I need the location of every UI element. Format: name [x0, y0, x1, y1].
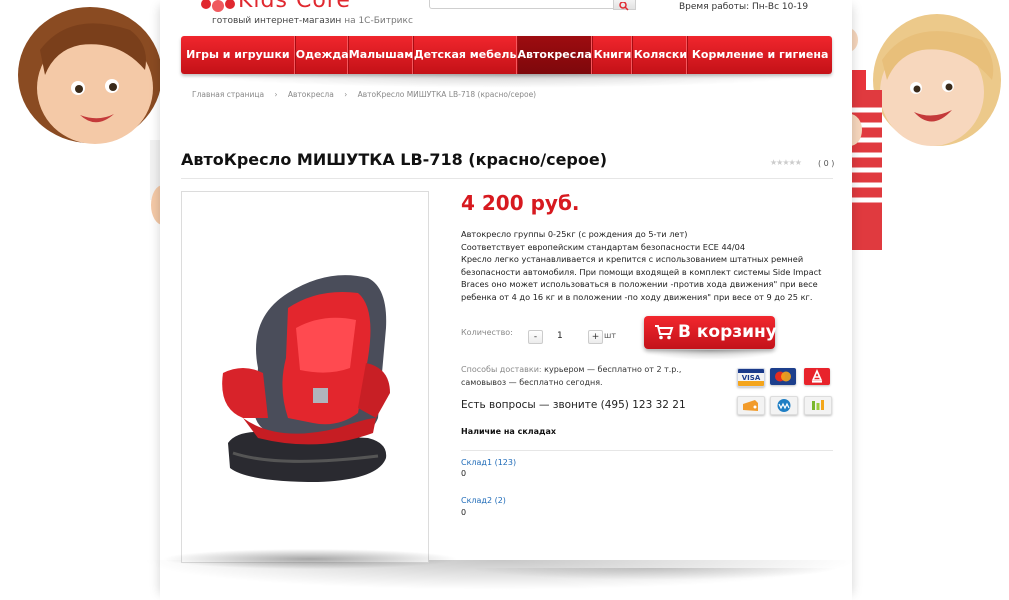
image-shadow — [150, 548, 470, 570]
search-icon — [619, 1, 629, 11]
description-line: Соответствует европейским стандартам без… — [461, 241, 746, 252]
search-button[interactable] — [613, 0, 636, 11]
title-divider — [181, 178, 833, 179]
alfa-bank-icon — [804, 368, 830, 385]
breadcrumb-separator: › — [274, 90, 278, 99]
child-photo-right — [832, 0, 1009, 250]
nav-item-babies[interactable]: Малышам — [349, 36, 414, 74]
description-line: Автокресло группы 0-25кг (с рождения до … — [461, 229, 688, 239]
quantity-increase-button[interactable]: + — [588, 330, 603, 344]
child-photo-left — [0, 0, 175, 235]
phone-contact: Есть вопросы — звоните (495) 123 32 21 — [461, 399, 686, 411]
cart-button-shadow — [640, 350, 780, 360]
nav-item-car-seats[interactable]: Автокресла — [517, 36, 593, 74]
store-link[interactable]: Склад2 (2) — [461, 496, 506, 505]
nav-shadow — [190, 74, 824, 88]
breadcrumb-home[interactable]: Главная страница — [192, 90, 264, 99]
quantity-input[interactable]: 1 — [557, 331, 563, 341]
store-quantity: 0 — [461, 469, 467, 478]
product-price: 4 200 руб. — [461, 191, 580, 215]
nav-item-books[interactable]: Книги — [593, 36, 634, 74]
rating-count: ( 0 ) — [818, 159, 835, 168]
work-hours: Время работы: Пн-Вс 10-19 — [679, 2, 809, 12]
tagline-main: готовый интернет-магазин — [212, 16, 342, 26]
car-seat-image[interactable] — [218, 268, 393, 486]
breadcrumb-separator: › — [344, 90, 348, 99]
logo-icon[interactable] — [200, 0, 236, 14]
nav-item-clothes[interactable]: Одежда — [296, 36, 349, 74]
nav-item-feeding[interactable]: Кормление и гигиена — [688, 36, 832, 74]
mastercard-icon — [770, 368, 796, 385]
nav-item-toys[interactable]: Игры и игрушки — [181, 36, 296, 74]
add-to-cart-button[interactable]: В корзину — [644, 316, 777, 349]
delivery-label: Способы доставки: — [461, 365, 542, 374]
rating-stars[interactable]: ★★★★★ — [770, 158, 802, 167]
quantity-unit: шт — [604, 331, 616, 340]
tagline: готовый интернет-магазин на 1С-Битрикс — [212, 16, 413, 26]
svg-text:VISA: VISA — [742, 374, 761, 382]
add-to-cart-label: В корзину — [678, 322, 777, 342]
description-line: Кресло легко устанавливается и крепится … — [461, 254, 822, 302]
search-input[interactable] — [429, 0, 636, 9]
logo-text[interactable]: Kids Core — [238, 0, 351, 13]
content-bottom-shadow — [470, 568, 840, 580]
quantity-decrease-button[interactable]: - — [528, 330, 543, 344]
product-description: Автокресло группы 0-25кг (с рождения до … — [461, 228, 833, 304]
quantity-label: Количество: — [461, 328, 513, 337]
breadcrumb-current: АвтоКресло МИШУТКА LB-718 (красно/серое) — [357, 90, 537, 99]
tagline-suffix: на 1С-Битрикс — [344, 16, 413, 26]
visa-icon: VISA — [737, 368, 765, 387]
qiwi-icon — [804, 396, 832, 415]
nav-item-furniture[interactable]: Детская мебель — [414, 36, 518, 74]
store-link[interactable]: Склад1 (123) — [461, 458, 516, 467]
star-icon[interactable]: ★ — [795, 158, 802, 167]
yandex-money-icon — [737, 396, 765, 415]
stock-divider — [461, 450, 833, 451]
webmoney-icon — [770, 396, 798, 415]
page-title: АвтоКресло МИШУТКА LB-718 (красно/серое) — [181, 150, 608, 169]
main-nav: Игры и игрушки Одежда Малышам Детская ме… — [181, 36, 832, 74]
cart-icon — [655, 325, 674, 340]
nav-item-strollers[interactable]: Коляски — [633, 36, 689, 74]
breadcrumb: Главная страница › Автокресла › АвтоКрес… — [192, 90, 536, 99]
breadcrumb-category[interactable]: Автокресла — [288, 90, 334, 99]
stock-title: Наличие на складах — [461, 427, 557, 436]
delivery-info: Способы доставки: курьером — бесплатно о… — [461, 364, 721, 389]
store-quantity: 0 — [461, 508, 467, 517]
